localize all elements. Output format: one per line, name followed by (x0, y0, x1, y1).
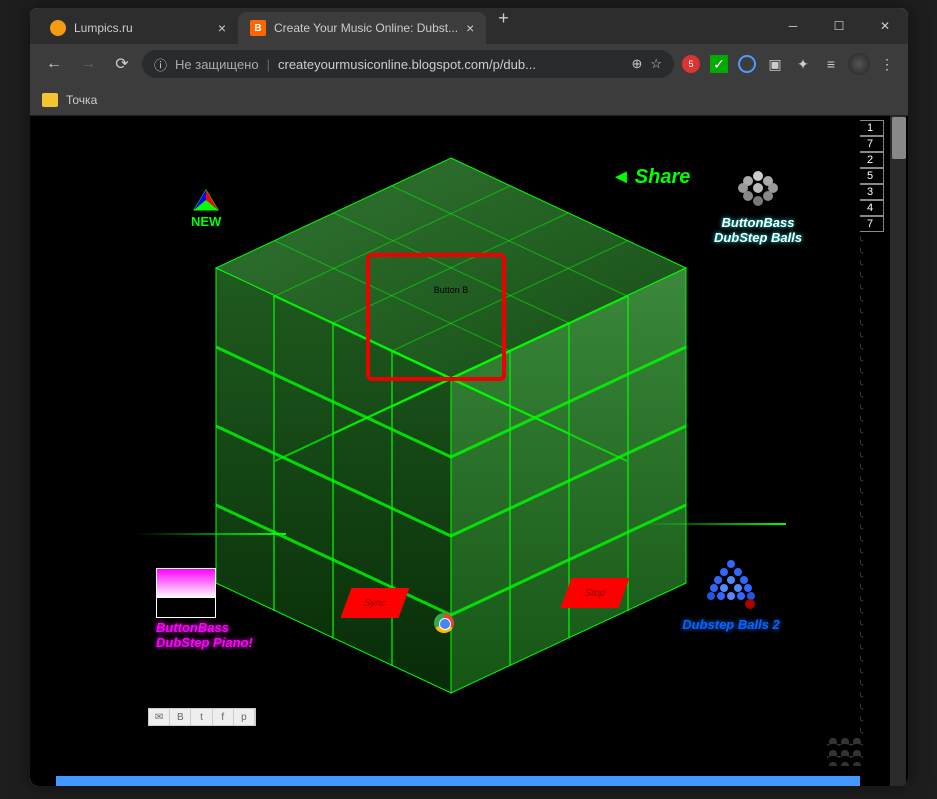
counter-digit: 7 (856, 216, 884, 232)
piano-line1: ButtonBass (156, 620, 336, 635)
search-icon[interactable]: ⊕ (631, 56, 642, 72)
scrollbar-thumb[interactable] (892, 117, 906, 159)
info-icon: ⓘ (154, 55, 167, 74)
laser-left (136, 533, 286, 535)
sync-button[interactable]: Sync (341, 588, 410, 618)
counter-digit: 4 (856, 200, 884, 216)
share-button[interactable]: Share (611, 166, 690, 189)
menu-icon[interactable]: ⋮ (876, 53, 898, 75)
extension-check[interactable]: ✓ (708, 53, 730, 75)
balls1-line1: ButtonBass (698, 215, 818, 230)
dubstep-balls-link[interactable]: ButtonBass DubStep Balls (698, 166, 818, 245)
url-box[interactable]: ⓘ Не защищено | createyourmusiconline.bl… (142, 50, 674, 78)
address-bar: ← → ⟳ ⓘ Не защищено | createyourmusiconl… (30, 44, 908, 84)
share-blog-icon[interactable]: B (170, 709, 191, 725)
chrome-icon[interactable] (434, 613, 454, 633)
share-pinterest-icon[interactable]: p (234, 709, 255, 725)
balls-icon (733, 166, 783, 210)
url-text: createyourmusiconline.blogspot.com/p/dub… (278, 57, 623, 72)
share-toolbar: ✉ B t f p (148, 708, 256, 726)
tab-title: Create Your Music Online: Dubst... (274, 21, 458, 35)
tab-title: Lumpics.ru (74, 21, 210, 35)
new-label: NEW (191, 214, 221, 229)
star-icon[interactable]: ☆ (650, 56, 662, 72)
balls2-label: Dubstep Balls 2 (676, 617, 786, 632)
forward-button[interactable]: → (74, 50, 102, 78)
reading-list-icon[interactable]: ≡ (820, 53, 842, 75)
profile-avatar[interactable] (848, 53, 870, 75)
tab-create-music[interactable]: B Create Your Music Online: Dubst... × (238, 12, 486, 44)
svg-text:Button B: Button B (434, 285, 469, 295)
favicon-blogger: B (250, 20, 266, 36)
counter-digit: 5 (856, 168, 884, 184)
scrollbar-track[interactable] (890, 116, 906, 786)
bookmark-item[interactable]: Точка (66, 93, 97, 107)
share-facebook-icon[interactable]: f (213, 709, 234, 725)
share-email-icon[interactable]: ✉ (149, 709, 170, 725)
piano-line2: DubStep Piano! (156, 635, 336, 650)
close-button[interactable]: ✕ (862, 8, 908, 44)
counter-digit: 1 (856, 120, 884, 136)
extension-badge: 5 (682, 55, 700, 73)
minimize-button[interactable]: ─ (770, 8, 816, 44)
dubstep-balls2-link[interactable]: Dubstep Balls 2 (676, 558, 786, 632)
share-twitter-icon[interactable]: t (191, 709, 212, 725)
counter-digit: 7 (856, 136, 884, 152)
extensions-menu-icon[interactable]: ✦ (792, 53, 814, 75)
counter-digit: 3 (856, 184, 884, 200)
bookmarks-bar: Точка (30, 84, 908, 116)
folder-icon (42, 93, 58, 107)
browser-window: Lumpics.ru × B Create Your Music Online:… (30, 8, 908, 786)
extension-box-icon[interactable]: ▣ (764, 53, 786, 75)
back-button[interactable]: ← (40, 50, 68, 78)
close-tab-icon[interactable]: × (466, 20, 474, 36)
extension-adblock[interactable]: 5 (680, 53, 702, 75)
maximize-button[interactable]: ☐ (816, 8, 862, 44)
stop-button[interactable]: Stop (561, 578, 630, 608)
favicon-lumpics (50, 20, 66, 36)
new-button[interactable]: NEW (191, 188, 221, 229)
balls1-line2: DubStep Balls (698, 230, 818, 245)
flash-stage: Button B NEW Share ButtonBass DubStep Ba… (56, 118, 860, 738)
page-content: 1 7 2 5 3 4 7 (30, 116, 908, 786)
hit-counter: 1 7 2 5 3 4 7 (856, 120, 884, 232)
titlebar: Lumpics.ru × B Create Your Music Online:… (30, 8, 908, 44)
close-tab-icon[interactable]: × (218, 20, 226, 36)
window-controls: ─ ☐ ✕ (770, 8, 908, 44)
balls2-icon (706, 558, 756, 612)
security-status: Не защищено (175, 57, 259, 72)
progress-bar (56, 776, 860, 786)
new-tab-button[interactable]: + (486, 8, 521, 44)
piano-icon (156, 568, 216, 618)
counter-digit: 2 (856, 152, 884, 168)
tab-strip: Lumpics.ru × B Create Your Music Online:… (30, 8, 521, 44)
reload-button[interactable]: ⟳ (108, 50, 136, 78)
extension-globe[interactable] (736, 53, 758, 75)
dubstep-piano-link[interactable]: ButtonBass DubStep Piano! (156, 568, 336, 650)
laser-right (636, 523, 786, 525)
tab-lumpics[interactable]: Lumpics.ru × (38, 12, 238, 44)
